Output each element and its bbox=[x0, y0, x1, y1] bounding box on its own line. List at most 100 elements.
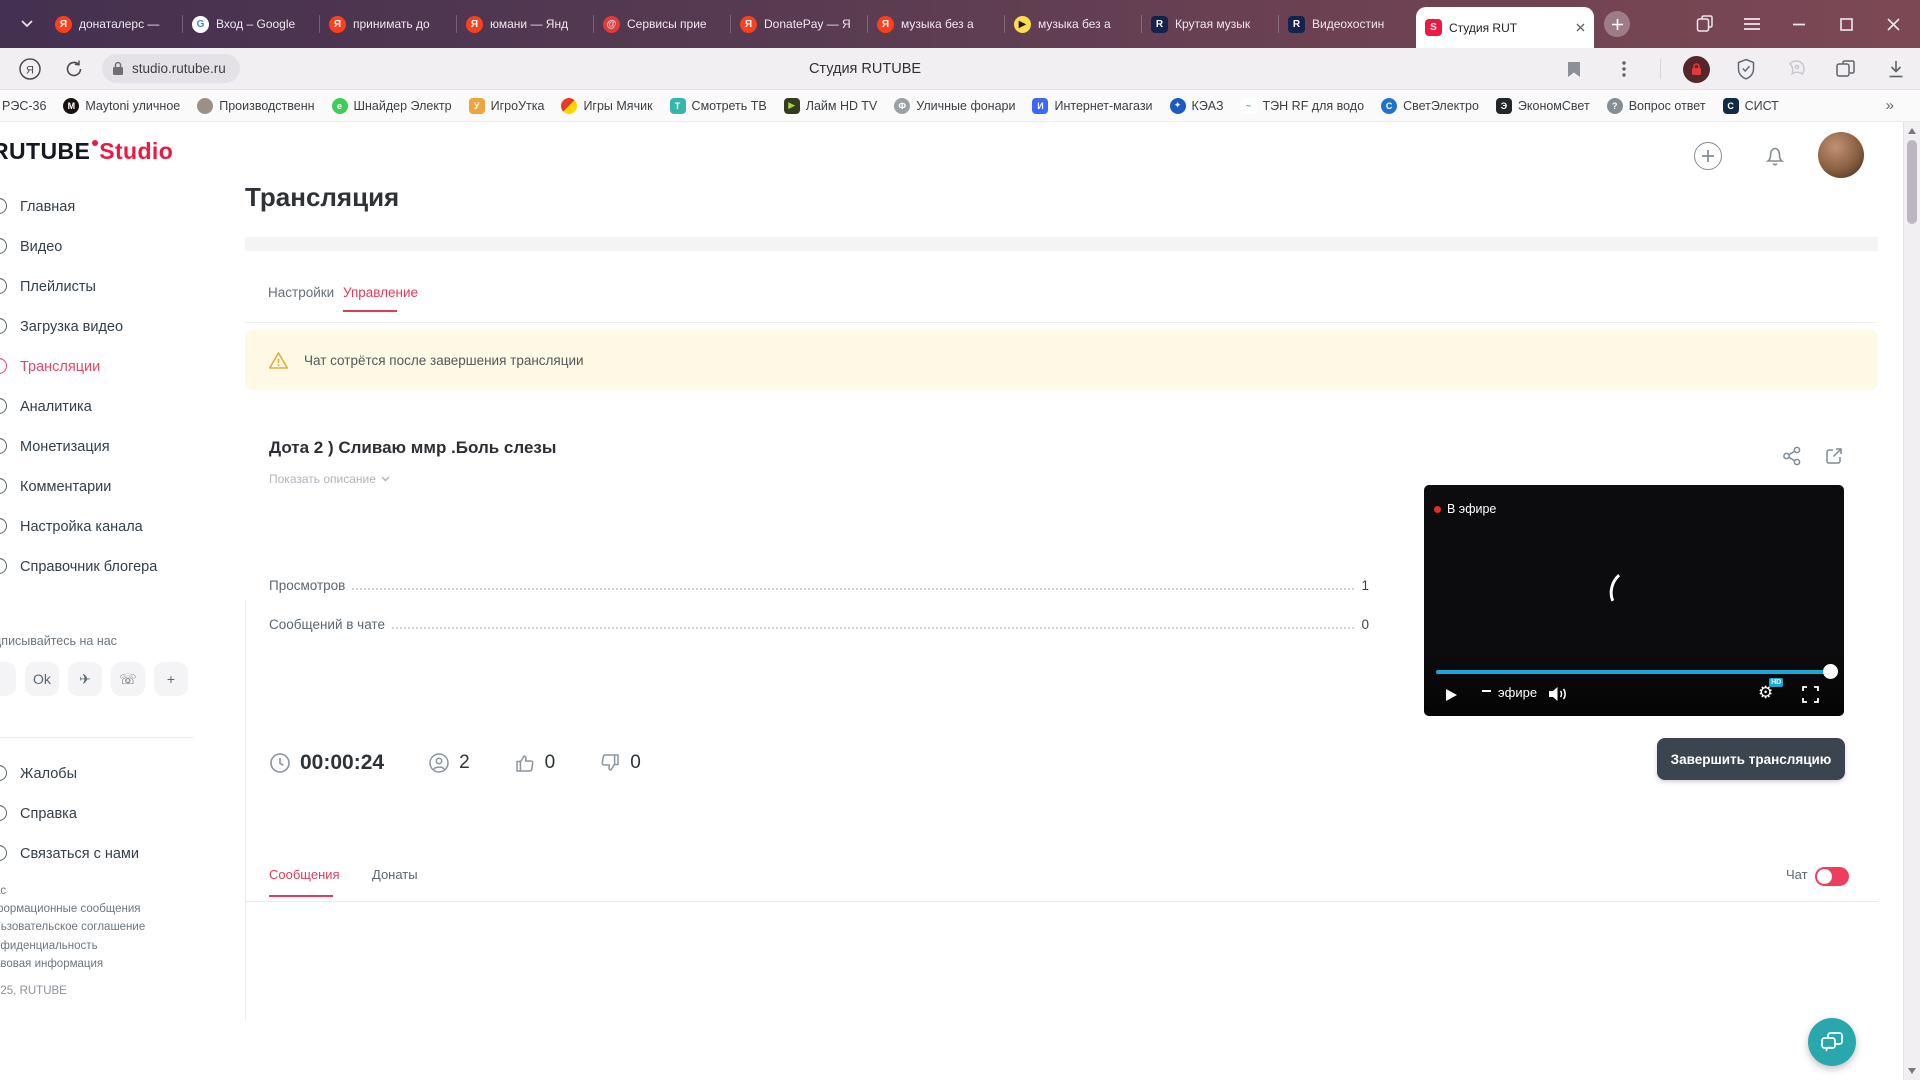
chat-windows-icon bbox=[1821, 1032, 1843, 1052]
bookmark-item[interactable]: Э ЭкономСвет bbox=[1495, 97, 1590, 114]
quality-gear-icon[interactable]: ⚙ HD bbox=[1758, 678, 1784, 703]
side-panel-icon[interactable] bbox=[1832, 55, 1860, 83]
share-icon[interactable] bbox=[1782, 446, 1802, 466]
browser-tab[interactable]: G Вход – Google bbox=[183, 0, 320, 48]
rocket-icon[interactable] bbox=[1782, 55, 1810, 83]
tab-close-icon[interactable] bbox=[1576, 23, 1585, 32]
progress-bar[interactable] bbox=[1436, 670, 1832, 674]
progress-knob[interactable] bbox=[1823, 664, 1838, 679]
sidebar-item-analytics[interactable]: Аналитика bbox=[0, 387, 200, 427]
playlist-icon bbox=[0, 278, 7, 294]
browser-tab[interactable]: Я юмани — Янд bbox=[457, 0, 594, 48]
yandex-favicon: Я bbox=[329, 15, 346, 33]
bookmark-label: ИгроУтка bbox=[490, 98, 545, 113]
bookmark-item[interactable]: M Maytoni уличное bbox=[63, 97, 180, 114]
viber-icon[interactable]: ☏ bbox=[111, 662, 145, 696]
browser-tab[interactable]: Я донаталерс — bbox=[46, 0, 183, 48]
browser-tab[interactable]: R Крутая музык bbox=[1142, 0, 1279, 48]
tab-management[interactable]: Управление bbox=[343, 285, 418, 300]
footer-link[interactable]: ас bbox=[0, 882, 145, 900]
sidebar-item-monetization[interactable]: Монетизация bbox=[0, 427, 200, 467]
floating-chat-button[interactable] bbox=[1808, 1018, 1856, 1066]
open-external-icon[interactable] bbox=[1824, 446, 1844, 466]
scroll-up-icon[interactable] bbox=[1908, 128, 1916, 134]
bookmark-item[interactable]: ~ ТЭН RF для водо bbox=[1240, 97, 1364, 114]
browser-tab[interactable]: Я DonatePay — Я bbox=[731, 0, 868, 48]
bookmark-item[interactable]: РЭС-36 bbox=[2, 99, 46, 113]
warning-text: Чат сотрётся после завершения трансляции bbox=[304, 352, 584, 368]
sidebar-item-video[interactable]: Видео bbox=[0, 227, 200, 267]
footer-link[interactable]: формационные сообщения bbox=[0, 900, 145, 918]
footer-link[interactable]: льзовательское соглашение bbox=[0, 918, 145, 936]
tab-search-icon[interactable] bbox=[12, 9, 42, 39]
kebab-menu-icon[interactable] bbox=[1610, 55, 1638, 83]
more-socials-icon[interactable]: + bbox=[154, 662, 188, 696]
minimize-icon[interactable] bbox=[1786, 11, 1812, 37]
stat-row-chat-messages: Сообщений в чате 0 bbox=[269, 617, 1369, 632]
volume-icon[interactable] bbox=[1548, 686, 1570, 702]
sidebar-item-channel-settings[interactable]: Настройка канала bbox=[0, 507, 200, 547]
bookmark-item[interactable]: ▶ Лайм HD TV bbox=[783, 97, 877, 114]
protect-shield-icon[interactable] bbox=[1732, 55, 1760, 83]
bookmark-item[interactable]: У ИгроУтка bbox=[468, 97, 545, 114]
footer-link[interactable]: нфиденциальность bbox=[0, 937, 145, 955]
page-scrollbar[interactable] bbox=[1903, 122, 1920, 1080]
sidebar-item-playlists[interactable]: Плейлисты bbox=[0, 267, 200, 307]
bookmark-item[interactable]: Производственн bbox=[197, 97, 315, 114]
end-stream-button[interactable]: Завершить трансляцию bbox=[1657, 738, 1845, 780]
vk-icon[interactable]: : bbox=[0, 662, 16, 696]
tab-panels-icon[interactable] bbox=[1692, 11, 1718, 37]
bookmark-item[interactable]: И Интернет-магази bbox=[1032, 97, 1153, 114]
bookmark-item[interactable]: Игры Мячик bbox=[561, 97, 653, 114]
scroll-down-icon[interactable] bbox=[1908, 1068, 1916, 1074]
show-description-toggle[interactable]: Показать описание bbox=[269, 472, 390, 486]
bookmark-item[interactable]: T Смотреть ТВ bbox=[669, 97, 767, 114]
sidebar-item-complaints[interactable]: Жалобы bbox=[0, 754, 200, 794]
browser-tab[interactable]: @ Сервисы прие bbox=[594, 0, 731, 48]
scrollbar-thumb[interactable] bbox=[1907, 140, 1917, 224]
play-icon[interactable] bbox=[1446, 689, 1457, 701]
bookmark-item[interactable]: ? Вопрос ответ bbox=[1606, 97, 1706, 114]
bookmarks-overflow-icon[interactable]: » bbox=[1886, 97, 1894, 114]
sidebar-item-blogger-guide[interactable]: Справочник блогера bbox=[0, 547, 200, 587]
tab-settings[interactable]: Настройки bbox=[268, 285, 334, 300]
browser-tab[interactable]: ▶ музыка без а bbox=[1005, 0, 1142, 48]
browser-tab[interactable]: Я принимать до bbox=[320, 0, 457, 48]
bookmark-item[interactable]: ✦ КЭАЗ bbox=[1169, 97, 1224, 114]
sidebar-item-upload[interactable]: Загрузка видео bbox=[0, 307, 200, 347]
bookmark-item[interactable]: С СИСТ bbox=[1722, 97, 1779, 114]
chat-tab-donates[interactable]: Донаты bbox=[372, 867, 418, 882]
download-icon[interactable] bbox=[1882, 55, 1910, 83]
chat-tab-messages[interactable]: Сообщения bbox=[269, 867, 340, 882]
browser-menu-icon[interactable] bbox=[1739, 11, 1765, 37]
bookmark-item[interactable]: C СветЭлектро bbox=[1381, 97, 1479, 114]
bookmark-flag-icon[interactable] bbox=[1560, 55, 1588, 83]
browser-tab[interactable]: Я музыка без а bbox=[868, 0, 1005, 48]
chat-toggle[interactable] bbox=[1815, 867, 1849, 886]
sidebar-item-home[interactable]: Главная bbox=[0, 187, 200, 227]
bookmark-label: Интернет-магази bbox=[1054, 98, 1153, 113]
sidebar-label: Справка bbox=[20, 806, 77, 822]
bookmark-label: Шнайдер Электр bbox=[353, 98, 452, 113]
footer-link[interactable]: авовая информация bbox=[0, 955, 145, 973]
video-player[interactable]: эфире ⚙ HD В эфире bbox=[1424, 485, 1844, 716]
close-window-icon[interactable] bbox=[1880, 11, 1906, 37]
extension-lock-icon[interactable] bbox=[1683, 55, 1710, 83]
bookmark-item[interactable]: e Шнайдер Электр bbox=[331, 97, 452, 114]
fullscreen-icon[interactable] bbox=[1802, 686, 1819, 703]
warning-triangle-icon bbox=[268, 351, 289, 370]
bookmark-item[interactable]: Ф Уличные фонари bbox=[894, 97, 1015, 114]
sidebar-item-broadcasts[interactable]: Трансляции bbox=[0, 347, 200, 387]
sidebar-item-contact[interactable]: Связаться с нами bbox=[0, 834, 200, 874]
sidebar-item-comments[interactable]: Комментарии bbox=[0, 467, 200, 507]
browser-tab-active[interactable]: S Студия RUT bbox=[1416, 7, 1594, 48]
new-tab-button[interactable] bbox=[1604, 11, 1630, 37]
player-controls: эфире ⚙ HD bbox=[1424, 678, 1844, 715]
telegram-icon[interactable]: ✈ bbox=[68, 662, 102, 696]
browser-tab[interactable]: R Видеохостин bbox=[1279, 0, 1416, 48]
stat-value: 1 bbox=[1361, 578, 1369, 593]
maximize-icon[interactable] bbox=[1833, 11, 1859, 37]
sidebar-item-help[interactable]: Справка bbox=[0, 794, 200, 834]
tab-title: Сервисы прие bbox=[627, 17, 707, 31]
ok-icon[interactable]: Ok bbox=[25, 662, 59, 696]
